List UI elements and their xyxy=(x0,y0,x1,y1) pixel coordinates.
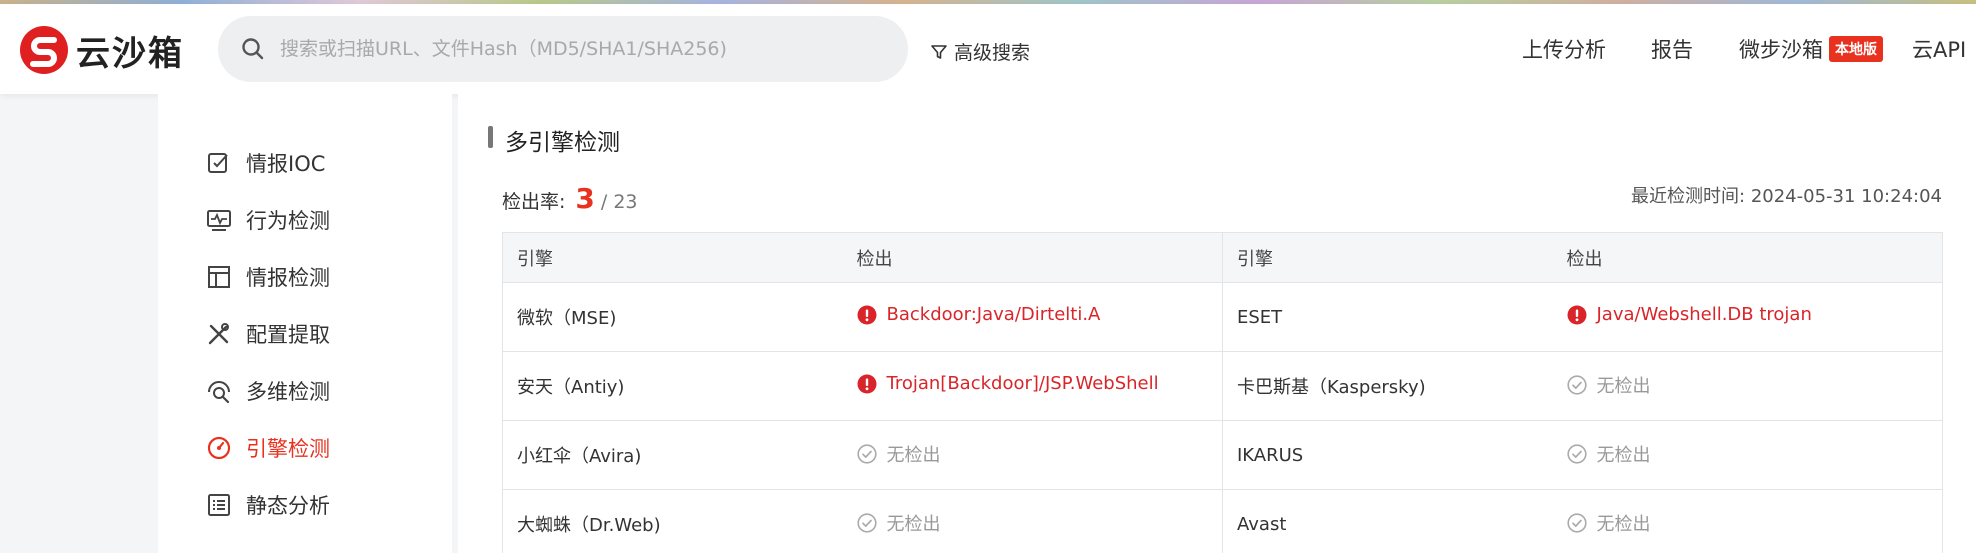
edit-check-icon xyxy=(208,153,228,173)
detection-cell: Backdoor:Java/Dirtelti.A xyxy=(842,282,1223,352)
detection-text: Trojan[Backdoor]/JSP.WebShell xyxy=(886,373,1159,395)
main-panel: 多引擎检测 检出率: 3 / 23 最近检测时间: 2024-05-31 10:… xyxy=(458,94,1976,553)
alert-icon xyxy=(1567,305,1586,325)
table-row: 安天（Antiy) Trojan[Backdoor]/JSP.WebShell 卡巴… xyxy=(502,351,1943,421)
tools-icon xyxy=(208,323,229,345)
search-bar[interactable] xyxy=(218,16,908,82)
detection-text: 无检出 xyxy=(886,445,941,466)
logo-text: 云沙箱 xyxy=(76,33,184,74)
detection-text: 无检出 xyxy=(886,514,941,535)
detection-result[interactable]: Backdoor:Java/Dirtelti.A xyxy=(857,304,1101,326)
detection-result: 无检出 xyxy=(1566,441,1651,467)
header-engine: 引擎 xyxy=(1222,232,1553,283)
engine-gauge-icon xyxy=(207,436,231,460)
engine-name: 大蜘蛛（Dr.Web) xyxy=(502,489,843,553)
engine-name: 小红伞（Avira) xyxy=(502,420,843,490)
alert-icon xyxy=(857,305,876,325)
last-check-time: 最近检测时间: 2024-05-31 10:24:04 xyxy=(1631,182,1942,208)
check-circle-icon xyxy=(856,444,877,464)
engine-name: Avast xyxy=(1222,489,1553,553)
sidebar-item-static-analysis[interactable]: 静态分析 xyxy=(206,490,330,520)
sidebar-item-label: 引擎检测 xyxy=(246,437,330,461)
detection-text: 无检出 xyxy=(1596,445,1651,466)
search-input[interactable] xyxy=(280,38,880,60)
engine-name: IKARUS xyxy=(1222,420,1553,490)
detection-cell: Trojan[Backdoor]/JSP.WebShell xyxy=(842,351,1223,421)
detection-rate-count: 3 xyxy=(575,182,595,215)
check-circle-icon xyxy=(1566,444,1587,464)
engine-name: 微软（MSE) xyxy=(502,282,843,352)
nav-sandbox[interactable]: 微步沙箱 本地版 xyxy=(1739,34,1883,64)
detection-text: Java/Webshell.DB trojan xyxy=(1596,304,1812,326)
detection-result[interactable]: Trojan[Backdoor]/JSP.WebShell xyxy=(857,373,1159,394)
sidebar-item-label: 情报IOC xyxy=(246,152,326,176)
detection-text: 无检出 xyxy=(1596,376,1651,397)
detection-rate-total: / 23 xyxy=(600,191,638,213)
table-row: 微软（MSE) Backdoor:Java/Dirtelti.A ESET Java/… xyxy=(502,282,1943,352)
header-result: 检出 xyxy=(1552,232,1943,283)
sidebar-item-label: 静态分析 xyxy=(246,494,330,518)
detection-result: 无检出 xyxy=(856,510,941,536)
sidebar-item-label: 行为检测 xyxy=(246,209,330,233)
table-header-row: 引擎 检出 引擎 检出 xyxy=(502,232,1943,283)
list-icon xyxy=(208,494,230,516)
local-edition-badge: 本地版 xyxy=(1829,36,1883,62)
last-check-value: 2024-05-31 10:24:04 xyxy=(1750,186,1942,207)
detection-result: 无检出 xyxy=(1566,372,1651,398)
detection-result: 无检出 xyxy=(1566,510,1651,536)
table-row: 小红伞（Avira) 无检出 IKARUS 无检出 xyxy=(502,420,1943,490)
detection-cell: 无检出 xyxy=(1552,489,1943,553)
header-engine: 引擎 xyxy=(502,232,843,283)
search-icon[interactable] xyxy=(240,36,266,62)
nav-cloud-api[interactable]: 云API xyxy=(1912,34,1966,64)
detection-cell: 无检出 xyxy=(1552,351,1943,421)
sidebar-item-config-extraction[interactable]: 配置提取 xyxy=(206,319,330,349)
nav-report[interactable]: 报告 xyxy=(1651,34,1693,64)
sidebar-item-behavior-detection[interactable]: 行为检测 xyxy=(206,205,330,235)
detection-cell: Java/Webshell.DB trojan xyxy=(1552,282,1943,352)
detection-rate-label: 检出率: xyxy=(502,191,566,213)
layout-icon xyxy=(208,266,230,288)
detection-result[interactable]: Java/Webshell.DB trojan xyxy=(1567,304,1812,325)
logo[interactable]: 云沙箱 xyxy=(20,26,184,74)
sidebar-item-label: 多维检测 xyxy=(246,380,330,404)
table-row: 大蜘蛛（Dr.Web) 无检出 Avast 无检出 xyxy=(502,489,1943,553)
detection-text: 无检出 xyxy=(1596,514,1651,535)
section-title: 多引擎检测 xyxy=(505,130,620,156)
nav-upload-analysis[interactable]: 上传分析 xyxy=(1522,34,1606,64)
detection-result: 无检出 xyxy=(856,441,941,467)
sidebar-item-label: 情报检测 xyxy=(246,266,330,290)
section-marker xyxy=(488,126,493,148)
sidebar-item-engine-detection[interactable]: 引擎检测 xyxy=(206,433,330,463)
engine-table: 引擎 检出 引擎 检出 微软（MSE) Backdoor:Java/Dirtelt… xyxy=(502,232,1943,553)
engine-name: ESET xyxy=(1222,282,1553,352)
sidebar: 情报IOC 行为检测 情报检测 配置提取 多维检测 引擎检测 静态分析 xyxy=(158,94,452,553)
sidebar-item-intel-ioc[interactable]: 情报IOC xyxy=(206,148,325,178)
header-result: 检出 xyxy=(842,232,1223,283)
radar-search-icon xyxy=(208,381,230,404)
advanced-search-label: 高级搜索 xyxy=(954,42,1031,64)
sidebar-item-label: 配置提取 xyxy=(246,323,330,347)
nav-sandbox-label: 微步沙箱 xyxy=(1739,38,1823,62)
monitor-activity-icon xyxy=(207,210,231,231)
detection-cell: 无检出 xyxy=(1552,420,1943,490)
filter-icon xyxy=(931,44,947,59)
detection-rate: 检出率: 3 / 23 xyxy=(502,182,638,215)
detection-text: Backdoor:Java/Dirtelti.A xyxy=(886,304,1101,326)
check-circle-icon xyxy=(1566,375,1587,395)
header: 云沙箱 高级搜索 上传分析 报告 微步沙箱本地版 云API xyxy=(0,4,1976,94)
advanced-search-button[interactable]: 高级搜索 xyxy=(930,38,1030,65)
check-circle-icon xyxy=(1566,513,1587,533)
sidebar-item-multi-dimension[interactable]: 多维检测 xyxy=(206,376,330,406)
detection-cell: 无检出 xyxy=(842,489,1223,553)
alert-icon xyxy=(857,374,876,394)
engine-name: 卡巴斯基（Kaspersky) xyxy=(1222,351,1553,421)
last-check-label: 最近检测时间: xyxy=(1631,186,1746,207)
check-circle-icon xyxy=(856,513,877,533)
engine-name: 安天（Antiy) xyxy=(502,351,843,421)
logo-icon xyxy=(20,26,68,74)
sidebar-item-intel-detection[interactable]: 情报检测 xyxy=(206,262,330,292)
detection-cell: 无检出 xyxy=(842,420,1223,490)
